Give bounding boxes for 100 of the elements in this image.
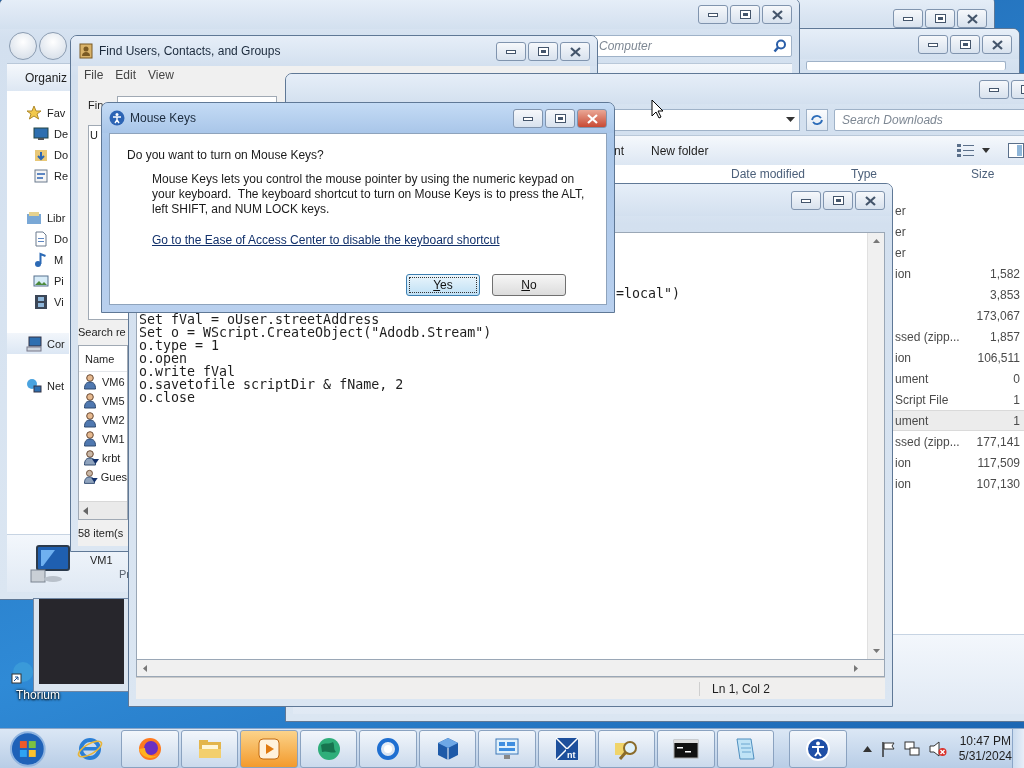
sidebar-item[interactable]: Do [7, 228, 69, 249]
organize-menu[interactable]: Organiz [25, 70, 68, 85]
maximize-icon [959, 40, 971, 49]
sidebar-item[interactable]: Do [7, 144, 69, 165]
window-title: Find Users, Contacts, and Groups [99, 44, 281, 58]
dialog-message: Mouse Keys lets you control the mouse pointer by using the numeric keypad on your keyboard. The keyboard shortcut to turn on Mouse Keys is to press the ALT, left SHIFT, and NUM LOCK keys. [152, 172, 586, 217]
ease-of-access-link[interactable]: Go to the Ease of Access Center to disable the keyboard shortcut [152, 233, 500, 248]
maximize-icon [554, 114, 566, 123]
maximize-icon [934, 14, 946, 23]
accessibility-icon [803, 734, 832, 763]
sidebar-item[interactable]: De [7, 123, 69, 144]
flag-icon[interactable] [880, 740, 895, 757]
sidebar-item[interactable]: Net [7, 375, 69, 396]
minimize-button[interactable] [979, 80, 1009, 99]
list-view-icon [957, 144, 974, 157]
view-button[interactable] [957, 144, 990, 157]
document-icon [33, 230, 49, 247]
toolbar-button[interactable]: New folder [651, 143, 709, 158]
sidebar-item[interactable]: Libr [7, 207, 69, 228]
maximize-icon [537, 47, 549, 56]
code-line: =local") [615, 287, 682, 300]
shortcut-icon [10, 660, 36, 684]
taskbar-button[interactable] [121, 729, 179, 768]
speaker-muted-icon[interactable] [928, 740, 947, 757]
maximize-icon [739, 10, 751, 19]
table-cell-text: 117,509 [976, 455, 1020, 470]
code-line: Set o = WScript.CreateObject("Adodb.Stream") [139, 326, 493, 339]
taskbar-button[interactable] [789, 729, 847, 768]
close-icon [966, 13, 978, 24]
table-cell-text: 1 [1012, 413, 1020, 428]
maximize-button[interactable] [730, 5, 760, 24]
taskbar-button[interactable] [657, 729, 715, 768]
maximize-button[interactable] [925, 9, 955, 28]
code-line: o.open [139, 352, 188, 365]
column-header[interactable]: Type [851, 166, 971, 181]
menu-item[interactable]: Edit [115, 68, 137, 82]
close-icon [586, 113, 598, 124]
table-cell-text: 173,067 [975, 308, 1020, 323]
computer-name: VM1 [90, 553, 114, 566]
table-cell-text: 1,857 [988, 329, 1020, 344]
minimize-button[interactable] [918, 35, 948, 54]
table-cell-text: Script File [895, 392, 950, 407]
column-header[interactable]: Date modified [731, 166, 851, 181]
search-field[interactable]: Search Downloads [834, 108, 1024, 131]
dialog-button[interactable]: No [492, 274, 566, 296]
search-field[interactable] [806, 61, 1006, 70]
scroll-down-icon [872, 649, 880, 653]
dialog-button[interactable]: Yes [406, 274, 480, 296]
minimize-button[interactable] [698, 5, 728, 24]
list-item[interactable]: VM2 [79, 410, 127, 429]
close-button[interactable] [957, 9, 987, 28]
column-header[interactable]: Name [85, 352, 115, 365]
network-icon[interactable] [903, 740, 920, 757]
sidebar-item[interactable]: Pi [7, 270, 69, 291]
maximize-button[interactable] [528, 42, 558, 61]
maximize-button[interactable] [545, 109, 575, 128]
picture-icon [33, 272, 49, 289]
list-item[interactable]: VM5 [79, 391, 127, 410]
list-item[interactable]: VM1 [79, 429, 127, 448]
minimize-icon [989, 86, 999, 93]
minimize-button[interactable] [496, 42, 526, 61]
close-button[interactable] [982, 35, 1012, 54]
close-button[interactable] [560, 42, 590, 61]
search-field[interactable]: Computer [592, 35, 792, 57]
desktop-icon-label[interactable]: Thorium [16, 688, 60, 702]
sidebar-item[interactable]: Re [7, 165, 69, 186]
menu-item[interactable]: View [148, 68, 174, 82]
show-hidden-icons-icon[interactable] [862, 745, 872, 752]
sidebar-item[interactable]: Cor [7, 333, 69, 354]
close-button[interactable] [577, 109, 607, 128]
maximize-button[interactable] [950, 35, 980, 54]
menu-item[interactable]: File [84, 68, 104, 82]
sidebar-item[interactable]: M [7, 249, 69, 270]
taskbar-button[interactable]: nt [538, 729, 596, 768]
table-cell-text: ion [895, 266, 912, 281]
section-label: Search re [78, 325, 126, 340]
table-cell-text: ument [895, 413, 930, 428]
minimize-icon [708, 11, 718, 18]
code-line: Set fVal = oUser.streetAddress [139, 313, 380, 326]
minimize-icon [523, 115, 533, 122]
refresh-button[interactable] [806, 108, 828, 131]
close-button[interactable] [855, 191, 885, 210]
close-button[interactable] [762, 5, 792, 24]
taskbar-button[interactable] [418, 729, 477, 768]
column-header[interactable]: Size [971, 166, 1024, 181]
maximize-button[interactable] [823, 191, 853, 210]
maximize-icon [832, 196, 844, 205]
table-cell-text: 0 [1012, 371, 1020, 386]
clock[interactable]: 10:47 PM 5/31/2024 [958, 733, 1013, 764]
table-cell-text: 177,141 [975, 434, 1020, 449]
table-cell-text: er [895, 203, 907, 218]
minimize-button[interactable] [513, 109, 543, 128]
code-line: o.close [139, 391, 197, 404]
table-cell-text: ion [895, 455, 912, 470]
minimize-button[interactable] [893, 9, 923, 28]
sidebar-item[interactable]: Vi [7, 291, 69, 312]
sidebar-item[interactable]: Fav [7, 102, 69, 123]
toolbar-button[interactable]: nt [614, 143, 624, 158]
minimize-button[interactable] [791, 191, 821, 210]
list-item[interactable]: VM6 [79, 372, 127, 391]
